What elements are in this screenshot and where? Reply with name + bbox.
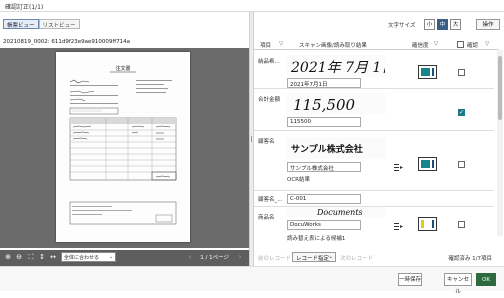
chevron-down-icon: ⌄ (328, 254, 333, 260)
confidence-fill (421, 160, 430, 168)
field-name: 合計金額 (258, 97, 281, 103)
document-view-pane: 帳票ビュー リストビュー 20210819_0002: 611d9f23e9ae… (0, 12, 249, 266)
ocr-result-input[interactable]: サンプル株式会社 (287, 162, 361, 172)
check-progress: 確認済み 1/7項目 (448, 256, 492, 262)
tab-list-view[interactable]: リストビュー (38, 19, 80, 29)
font-size-large-button[interactable]: 大 (450, 19, 461, 30)
confidence-indicator (418, 157, 437, 171)
svg-text:115,500: 115,500 (293, 96, 355, 114)
zoom-out-icon[interactable]: ⊖ (15, 253, 23, 261)
ocr-result-input[interactable]: 2021年7月1日 (287, 78, 361, 88)
window-title: 確認訂正(1/1) (0, 0, 504, 12)
tab-form-view[interactable]: 帳票ビュー (3, 19, 39, 29)
check-all-checkbox[interactable] (457, 41, 464, 48)
handwriting-image: 2021年 7月 1日 (290, 60, 396, 76)
cancel-button[interactable]: キャンセル (444, 273, 472, 295)
table-row: 納品希... 2021年 7月 1日 2021年7月1日 (254, 51, 494, 89)
preview-title: 注文書 (115, 65, 130, 72)
field-name: 顧客名_... (258, 197, 283, 203)
table-row: 顧客名 サンプル株式会社 サンプル株式会社 OCR結果 (254, 131, 494, 191)
fit-width-icon[interactable]: ↔ (49, 253, 57, 261)
fit-height-icon[interactable]: ↕ (38, 253, 46, 261)
ocr-result-value: サンプル株式会社 (290, 166, 334, 172)
order-form-image: 注文書 (69, 65, 177, 225)
scan-image: Documents (287, 207, 385, 217)
scan-image: 115,500 (287, 93, 385, 115)
scrollbar-thumb[interactable] (498, 56, 502, 120)
header-check: 確認 (467, 43, 479, 49)
ocr-result-input[interactable]: DocuWorks (287, 220, 361, 230)
confidence-indicator (418, 217, 437, 231)
next-record-button[interactable]: 次のレコード (340, 254, 373, 262)
confidence-fill (421, 220, 424, 228)
scan-image: 2021年 7月 1日 (287, 55, 396, 77)
ocr-result-value: DocuWorks (290, 222, 321, 228)
page-indicator: 1 / 1ページ (200, 255, 229, 261)
fit-screen-icon[interactable]: ⛶ (27, 253, 35, 261)
field-name: 納品希... (258, 59, 280, 65)
viewer-toolbar: ⊕ ⊖ ⛶ ↕ ↔ 全体に合わせる ⌄ ‹ 1 / 1ページ › (0, 250, 249, 266)
field-name: 顧客名 (258, 139, 275, 145)
record-select[interactable]: レコード指定 ⌄ (292, 252, 336, 262)
prev-page-icon[interactable]: ‹ (186, 253, 194, 261)
reading-candidate-note: 読み替え表による候補1 (287, 236, 346, 242)
ocr-source-note: OCR結果 (287, 177, 310, 183)
confidence-fill (421, 68, 430, 76)
filter-icon[interactable]: ▽ (485, 41, 489, 47)
chevron-down-icon: ⌄ (108, 254, 113, 260)
handwriting-image: 115,500 (293, 96, 355, 114)
handwriting-image: Documents (316, 208, 363, 217)
filter-icon[interactable]: ▽ (434, 41, 438, 47)
operation-button[interactable]: 操作 (476, 19, 500, 30)
save-temp-button[interactable]: 一時保存 (398, 273, 422, 286)
operation-label: 操作 (482, 22, 494, 28)
ocr-result-value: C-001 (290, 196, 307, 202)
next-page-icon[interactable]: › (236, 253, 244, 261)
header-confidence: 確信度 (412, 43, 429, 49)
font-size-label: 文字サイズ (388, 23, 416, 29)
zoom-in-icon[interactable]: ⊕ (4, 253, 12, 261)
row-check-checkbox[interactable] (458, 69, 465, 76)
candidate-list-icon[interactable] (394, 164, 403, 171)
document-page-preview: 注文書 (56, 52, 190, 242)
view-tabs: 帳票ビュー リストビュー (3, 19, 80, 29)
fit-mode-select[interactable]: 全体に合わせる ⌄ (61, 252, 116, 262)
confidence-indicator (418, 65, 437, 79)
svg-text:2021年 7月 1日: 2021年 7月 1日 (290, 60, 385, 76)
ocr-result-value: 2021年7月1日 (290, 82, 328, 88)
fit-mode-value: 全体に合わせる (64, 255, 100, 261)
row-check-checkbox[interactable] (458, 161, 465, 168)
handwriting-image: サンプル株式会社 (291, 143, 363, 155)
font-size-medium-button[interactable]: 中 (437, 19, 448, 30)
ok-button[interactable]: OK (476, 273, 496, 286)
dialog-footer: 一時保存 キャンセル OK (0, 266, 504, 295)
table-row: 商品名 Documents DocuWorks 読み替え表による候補1 (254, 207, 494, 251)
font-size-small-button[interactable]: 小 (424, 19, 435, 30)
svg-text:サンプル株式会社: サンプル株式会社 (291, 143, 363, 155)
ocr-result-input[interactable]: C-001 (287, 194, 361, 204)
fields-scrollbar[interactable] (497, 50, 503, 236)
record-navigation: 前のレコード レコード指定 ⌄ 次のレコード 確認済み 1/7項目 (254, 252, 498, 264)
table-header: 項目 ▽ スキャン画像/読み取り結果 確信度 ▽ 確認 ▽ (254, 38, 498, 50)
document-id: 20210819_0002: 611d9f23e9ae910009ff714a (3, 39, 131, 45)
field-name: 商品名 (258, 215, 275, 221)
table-row: 顧客名_... C-001 (254, 191, 494, 207)
ocr-result-input[interactable]: 115500 (287, 117, 361, 127)
row-check-checkbox[interactable] (458, 221, 465, 228)
verification-pane: 文字サイズ 小 中 大 操作 項目 ▽ スキャン画像/読み取り結果 確信度 ▽ … (254, 12, 504, 266)
header-item: 項目 (260, 43, 272, 49)
table-row: 合計金額 115,500 115500 (254, 89, 494, 131)
svg-text:Documents: Documents (316, 208, 363, 217)
prev-record-button[interactable]: 前のレコード (258, 254, 291, 262)
filter-icon[interactable]: ▽ (279, 41, 283, 47)
scan-image: サンプル株式会社 (287, 137, 385, 159)
row-check-checkbox[interactable] (458, 109, 465, 116)
ocr-result-value: 115500 (290, 119, 311, 125)
candidate-list-icon[interactable] (394, 223, 403, 230)
record-select-value: レコード指定 (296, 256, 330, 262)
header-scan: スキャン画像/読み取り結果 (299, 43, 367, 49)
document-viewer[interactable]: 注文書 (0, 48, 249, 248)
